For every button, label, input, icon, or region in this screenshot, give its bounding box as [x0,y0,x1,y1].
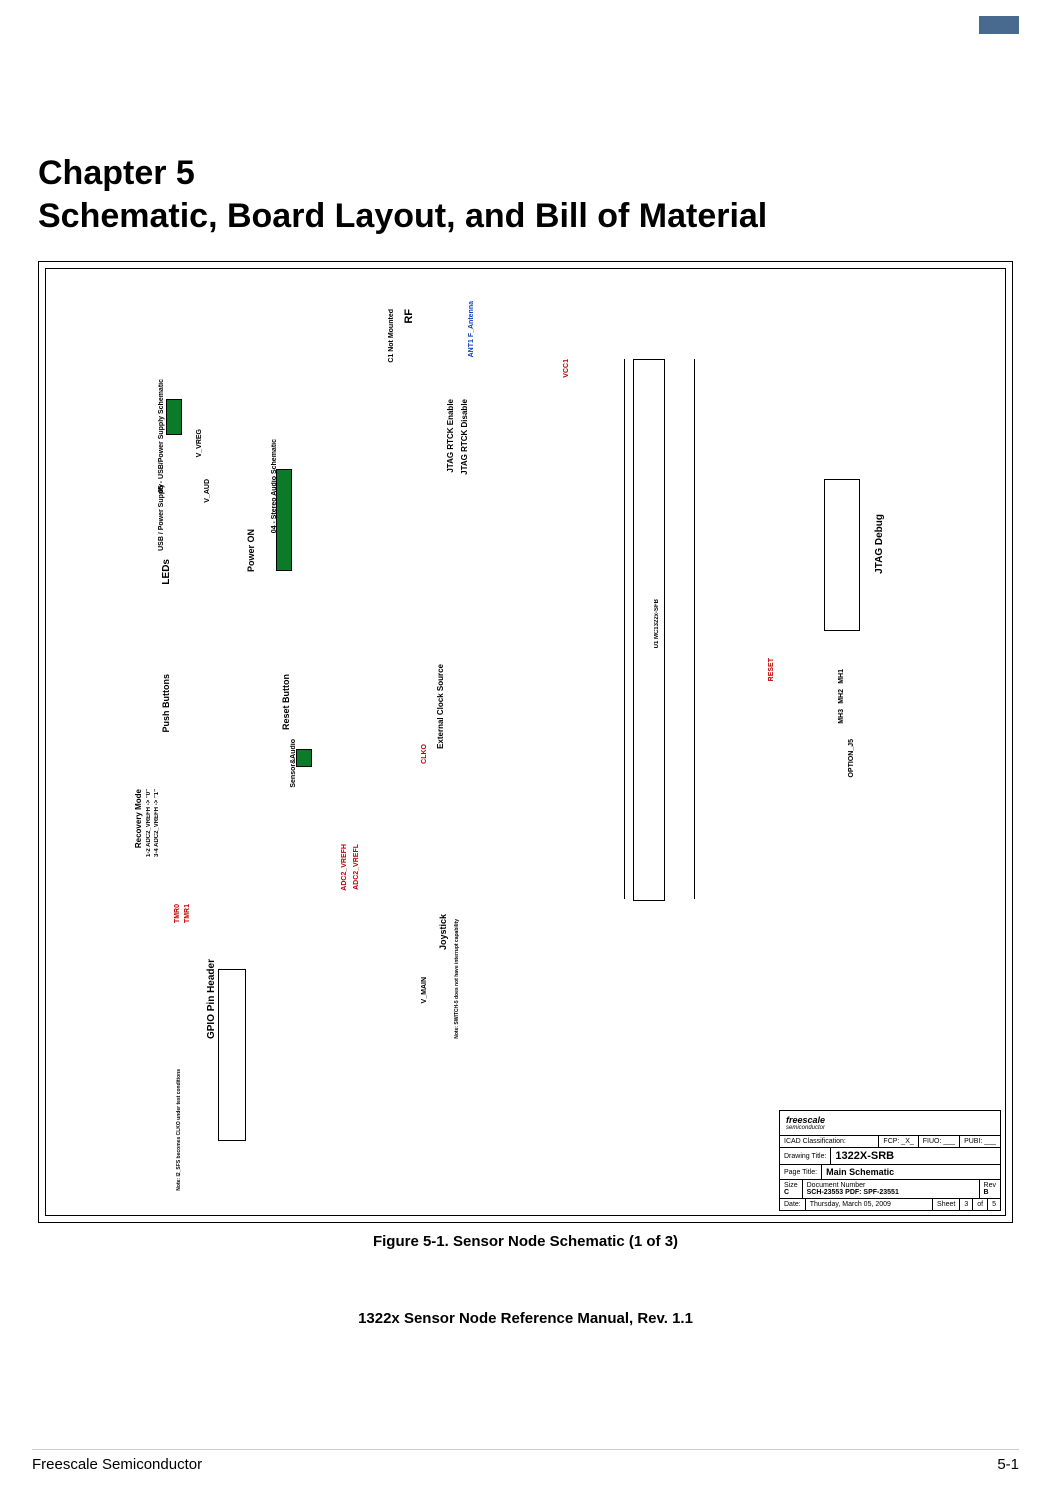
adc2vrefl-net: ADC2_VREFL [353,844,360,890]
vcc1-net: VCC1 [563,359,570,378]
tmr0-net: TMR0 [174,904,181,923]
page-footer: Freescale Semiconductor 5-1 [32,1449,1019,1473]
schematic-frame-outer: RF ANT1 F_Antenna C1 Not Mounted U1 MC13… [38,261,1013,1223]
header-accent-bar [979,16,1019,34]
clko-net: CLKO [421,744,428,764]
figure-caption: Figure 5-1. Sensor Node Schematic (1 of … [32,1233,1019,1250]
vaud-net: V_AUD [204,479,211,503]
logo-text: freescale [786,1115,825,1125]
jtag-debug-label: JTAG Debug [874,514,885,574]
recovery-l2: 3-4 ADC2_VREFH -> "1" [154,789,160,857]
chapter-number: Chapter 5 [38,154,195,192]
tb-date-val: Thursday, March 05, 2009 [805,1199,932,1210]
usb-power-label2: USB / Power Supply [158,484,165,551]
recovery-l1: 1-2 ADC2_VREFH -> "0" [146,789,152,857]
tmr1-net: TMR1 [184,904,191,923]
c1-not-mounted: C1 Not Mounted [388,309,395,363]
tb-rev: Rev [984,1182,996,1189]
mcu-partnum: U1 MC1322x-SFB [654,599,660,648]
audio-sch-label: 04 - Stereo Audio Schematic [271,439,278,533]
tb-size: Size [784,1182,798,1189]
vmain-net: V_MAIN [421,977,428,1003]
tb-drawing: Drawing Title: [780,1151,830,1162]
reset-net: RESET [768,658,775,681]
ext-clk-label: External Clock Source [436,664,445,749]
tb-rev-val: B [984,1189,989,1196]
sensor-audio-label: Sensor&Audio [290,739,297,788]
tb-docnum: Document Number [807,1182,866,1189]
tb-sheet-val: 3 [959,1199,972,1210]
reset-button-label: Reset Button [281,674,291,730]
bus-vert-2 [624,359,625,899]
bus-vert-1 [694,359,695,899]
document-title-footer: 1322x Sensor Node Reference Manual, Rev.… [32,1310,1019,1327]
jtag-header-symbol [824,479,860,631]
tb-drawing-val: 1322X-SRB [830,1148,1000,1164]
tb-date: Date: [784,1201,801,1208]
tb-fiuo: FIUO: ___ [918,1136,959,1147]
sensor-audio-port [296,749,312,767]
chapter-title: Schematic, Board Layout, and Bill of Mat… [38,197,767,235]
mh1-label: MH1 [838,669,845,684]
chapter-heading: Chapter 5 Schematic, Board Layout, and B… [38,152,1019,237]
tb-size-val: C [784,1189,789,1196]
tb-page-val: Main Schematic [821,1165,1000,1179]
footer-right: 5-1 [997,1456,1019,1473]
power-on-label: Power ON [246,529,256,572]
tb-page: Page Title: [780,1167,821,1178]
leds-label: LEDs [161,559,172,585]
mcu-symbol [633,359,665,901]
audio-schematic-port [276,469,292,571]
mh3-label: MH3 [838,709,845,724]
usb-power-port [166,399,182,435]
tb-of: of [972,1199,987,1210]
joystick-label: Joystick [438,914,448,950]
push-buttons-label: Push Buttons [161,674,171,733]
footer-left: Freescale Semiconductor [32,1456,202,1473]
option-j5-label: OPTION_J5 [848,739,855,778]
logo-sub: semiconductor [786,1125,994,1131]
adc2vrefh-net: ADC2_VREFH [341,844,348,891]
rf-block-label: RF [403,309,415,324]
tb-fcp: FCP: _X_ [878,1136,917,1147]
gpio-header-symbol [218,969,246,1141]
tb-sheet: Sheet [932,1199,959,1210]
schematic-frame-inner: RF ANT1 F_Antenna C1 Not Mounted U1 MC13… [45,268,1006,1216]
tb-docnum-val: SCH-23553 PDF: SPF-23551 [807,1189,899,1196]
antenna-label: ANT1 F_Antenna [468,301,475,357]
joystick-note: Note: SWITCH-5 does not have interrupt c… [454,919,460,1039]
tb-cad: ICAD Classification: [784,1138,846,1145]
title-block: freescalesemiconductor ICAD Classificati… [779,1110,1001,1211]
gpio-note: Note: I2_SFS becomes CLKO under test con… [176,1069,182,1191]
jtag-rtck-en-label: JTAG RTCK Enable [446,399,455,473]
recovery-label: Recovery Mode [134,789,143,848]
mh2-label: MH2 [838,689,845,704]
vvreg-net: V_VREG [196,429,203,457]
jtag-rtck-dis-label: JTAG RTCK Disable [460,399,469,475]
usb-power-label: 05 - USB/Power Supply Schematic [158,379,165,493]
tb-pubi: PUBI: ___ [959,1136,1000,1147]
gpio-hdr-label: GPIO Pin Header [206,959,217,1039]
tb-of-val: 5 [987,1199,1000,1210]
